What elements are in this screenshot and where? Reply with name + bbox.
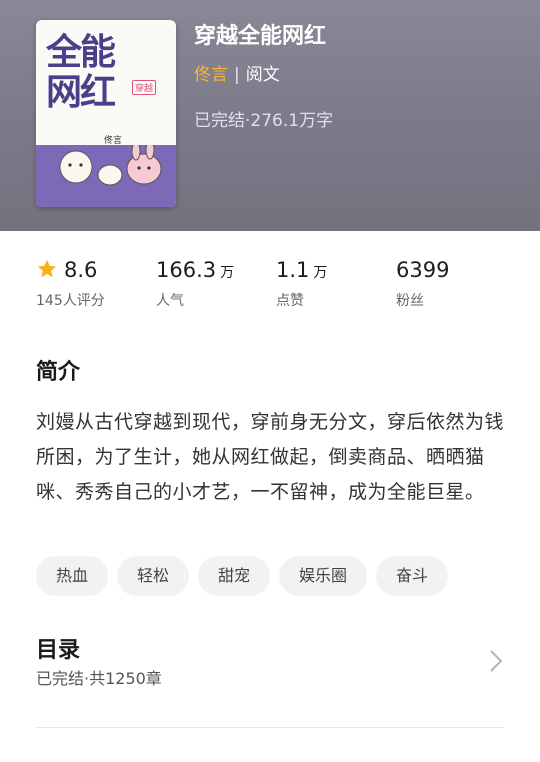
- stat-popularity: 166.3 万 人气: [156, 258, 234, 310]
- cover-author: 佟言: [104, 136, 123, 146]
- popularity-unit: 万: [220, 265, 235, 281]
- author-link[interactable]: 佟言: [194, 65, 228, 85]
- star-icon: [37, 259, 57, 278]
- section-divider: [36, 727, 504, 728]
- author-separator: |: [234, 65, 240, 85]
- book-cover[interactable]: 全能 网红 穿越 佟言: [36, 20, 176, 207]
- stat-fans[interactable]: 6399 粉丝: [396, 258, 449, 310]
- stat-rating[interactable]: 8.6 145人评分: [36, 258, 105, 310]
- intro-text[interactable]: 刘嫚从古代穿越到现代，穿前身无分文，穿后依然为钱所困，为了生计，她从网红做起，倒…: [36, 405, 504, 510]
- chevron-right-icon[interactable]: [488, 648, 504, 674]
- cover-badge: 穿越: [132, 80, 157, 95]
- likes-label: 点赞: [276, 293, 304, 309]
- intro-heading: 简介: [36, 360, 81, 385]
- fans-label: 粉丝: [396, 293, 424, 309]
- likes-value: 1.1: [276, 258, 310, 282]
- author-row: 佟言 | 阅文: [194, 60, 280, 85]
- fans-value: 6399: [396, 258, 450, 282]
- tag-chip[interactable]: 轻松: [117, 556, 189, 596]
- rating-value: 8.6: [64, 258, 98, 282]
- popularity-label: 人气: [156, 293, 184, 309]
- cover-title: 全能 网红: [46, 31, 116, 113]
- likes-unit: 万: [313, 265, 328, 281]
- publisher-label: 阅文: [245, 65, 280, 85]
- popularity-value: 166.3: [156, 258, 217, 282]
- book-status: 已完结·276.1万字: [194, 111, 334, 131]
- tag-chip[interactable]: 热血: [36, 556, 108, 596]
- tag-chip[interactable]: 甜宠: [198, 556, 270, 596]
- cover-illustration-area: [36, 140, 176, 207]
- catalog-status[interactable]: 已完结·共1250章: [36, 665, 162, 689]
- rating-label: 145人评分: [36, 293, 105, 309]
- tag-chip[interactable]: 娱乐圈: [279, 556, 367, 596]
- cover-cartoon-illustration: [59, 140, 162, 186]
- book-title: 穿越全能网红: [194, 24, 327, 49]
- tag-chip[interactable]: 奋斗: [376, 556, 448, 596]
- stat-likes[interactable]: 1.1 万 点赞: [276, 258, 327, 310]
- catalog-heading[interactable]: 目录: [36, 632, 80, 664]
- stats-bar: 8.6 145人评分 166.3 万 人气 1.1 万 点赞 6399 粉丝: [0, 258, 540, 318]
- book-header: 全能 网红 穿越 佟言 穿越全能网红 佟言 | 阅文 已完结·276.1万字: [0, 0, 540, 231]
